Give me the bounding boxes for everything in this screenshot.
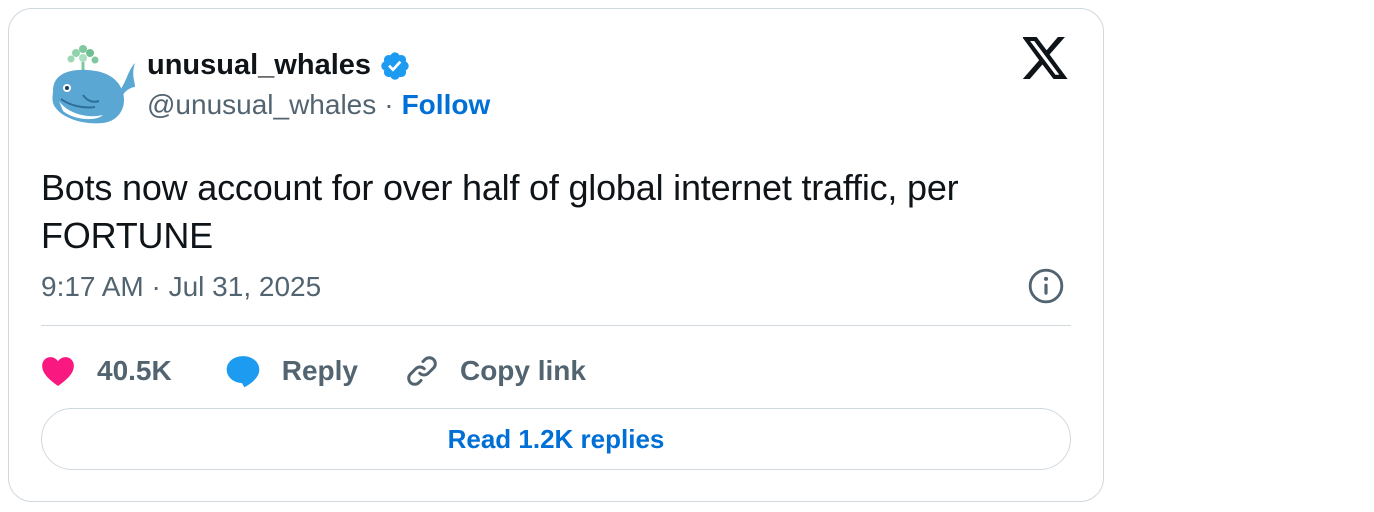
info-icon[interactable] — [1027, 267, 1065, 305]
copy-link-button[interactable]: Copy link — [404, 353, 586, 389]
copy-link-label: Copy link — [459, 355, 586, 386]
like-count: 40.5K — [97, 355, 172, 386]
link-icon — [407, 356, 437, 386]
reply-label: Reply — [281, 355, 358, 386]
author-display-name[interactable]: unusual_whales — [147, 49, 371, 82]
separator-dot: · — [384, 89, 394, 120]
like-button[interactable]: 40.5K — [41, 355, 172, 387]
actions-bar: 40.5K Reply Copy link — [41, 347, 586, 395]
read-replies-button[interactable]: Read 1.2K replies — [41, 408, 1071, 470]
author-name-row: unusual_whales — [147, 49, 411, 82]
whale-avatar-icon[interactable] — [45, 39, 135, 129]
follow-button[interactable]: Follow — [402, 89, 491, 121]
verified-badge-icon — [381, 51, 409, 80]
x-logo-icon[interactable] — [1023, 37, 1069, 79]
tweet-card: unusual_whales @unusual_whales · Follow … — [8, 8, 1104, 502]
tweet-timestamp[interactable]: 9:17 AM · Jul 31, 2025 — [41, 271, 321, 303]
reply-bubble-icon — [226, 356, 260, 388]
read-replies-label: Read 1.2K replies — [447, 423, 665, 454]
tweet-text: Bots now account for over half of global… — [41, 167, 959, 256]
reply-button[interactable]: Reply — [224, 354, 358, 388]
heart-icon — [42, 357, 74, 387]
author-handle-row: @unusual_whales · Follow — [147, 89, 490, 121]
divider — [41, 325, 1071, 326]
author-handle[interactable]: @unusual_whales — [147, 89, 376, 121]
